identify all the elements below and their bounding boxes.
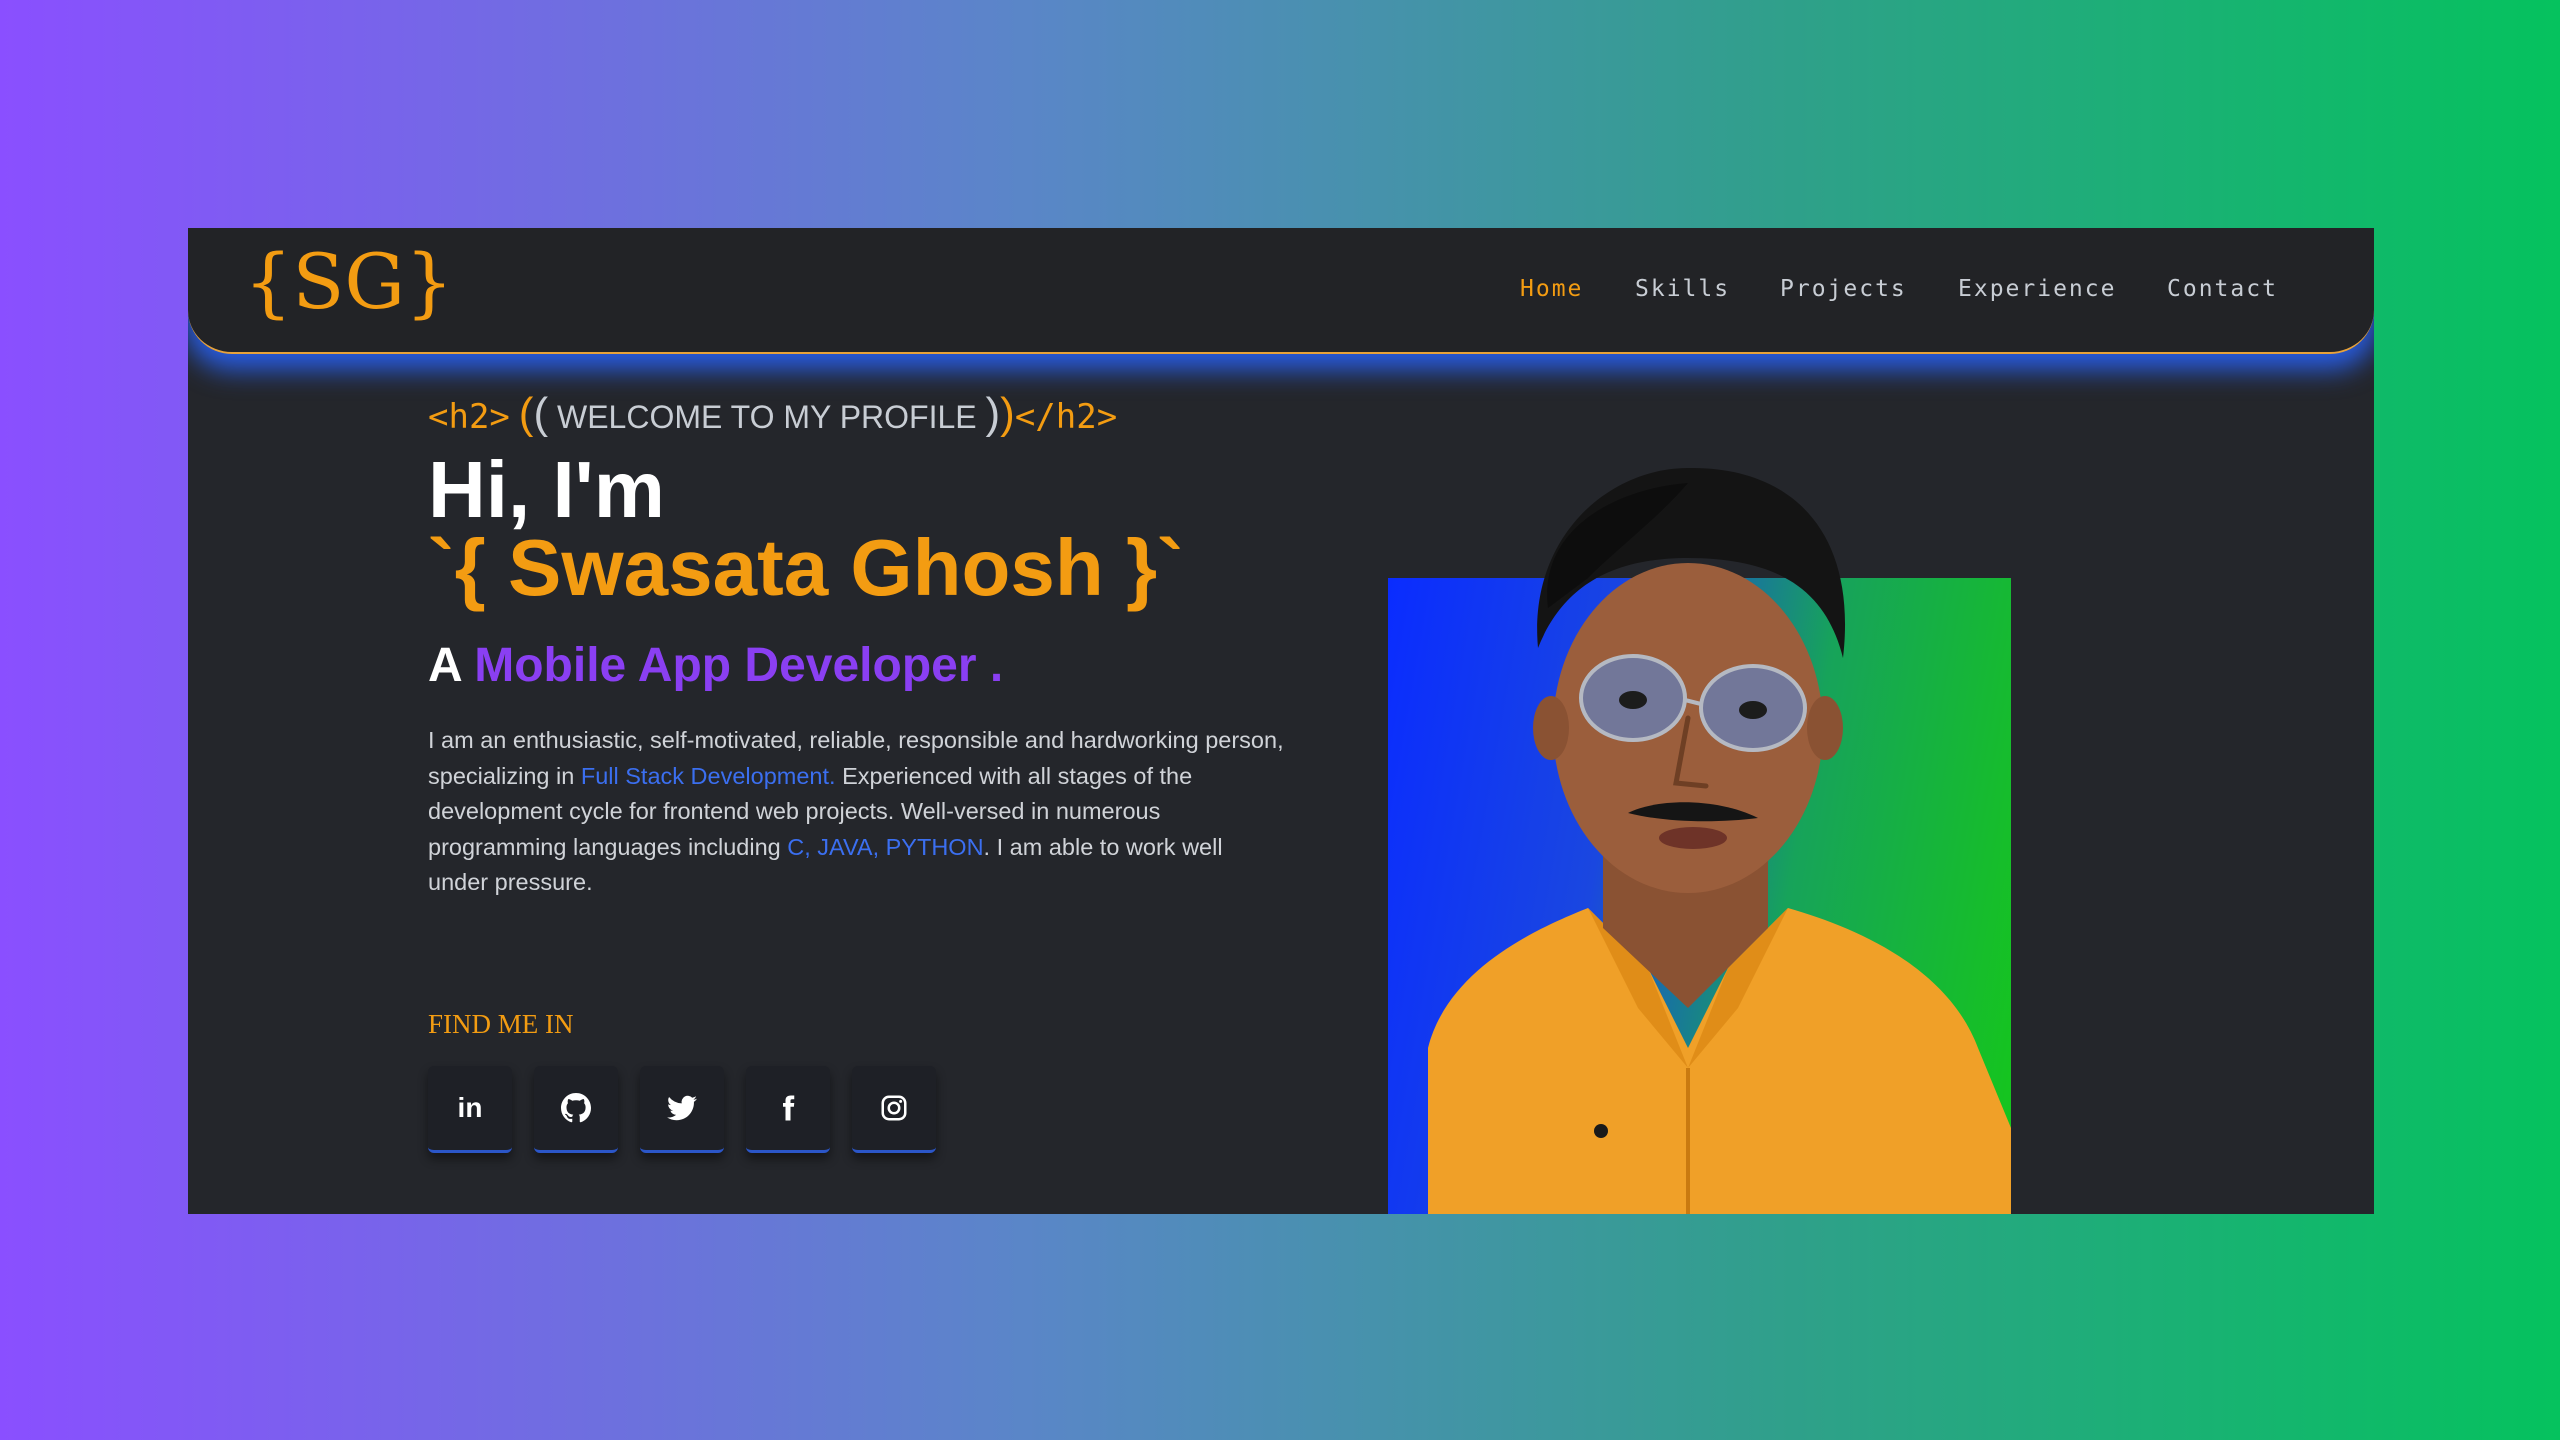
twitter-icon bbox=[667, 1095, 697, 1121]
close-tag: </h2> bbox=[1014, 397, 1118, 437]
greeting: Hi, I'm bbox=[428, 445, 665, 534]
linkedin-icon: in bbox=[457, 1092, 483, 1123]
facebook-icon bbox=[783, 1095, 795, 1121]
paren-close-inner: ) bbox=[985, 389, 1001, 438]
profile-photo bbox=[1428, 467, 2011, 1214]
find-me-heading: FIND ME IN bbox=[428, 1009, 574, 1039]
github-button[interactable] bbox=[534, 1066, 618, 1153]
instagram-icon bbox=[881, 1095, 907, 1121]
paren-open-inner: ( bbox=[533, 389, 549, 438]
paren-close: ) bbox=[1000, 389, 1015, 438]
bio-highlight-fullstack: Full Stack Development. bbox=[580, 762, 836, 789]
navbar: {SG} Home Skills Projects Experience Con… bbox=[188, 228, 2374, 354]
role-line: A Mobile App Developer . bbox=[428, 642, 1003, 690]
nav-home[interactable]: Home bbox=[1520, 276, 1583, 302]
role-text: Mobile App Developer . bbox=[474, 639, 1004, 692]
welcome-heading: <h2> (( WELCOME TO MY PROFILE ))</h2> bbox=[428, 385, 1117, 442]
nav-projects[interactable]: Projects bbox=[1780, 276, 1907, 302]
open-tag: <h2> bbox=[428, 397, 510, 437]
paren-open: ( bbox=[518, 389, 534, 438]
welcome-text: WELCOME TO MY PROFILE bbox=[556, 399, 977, 435]
twitter-button[interactable] bbox=[640, 1066, 724, 1153]
linkedin-button[interactable]: in bbox=[428, 1066, 512, 1153]
person-name: `{ Swasata Ghosh }` bbox=[428, 523, 1184, 612]
facebook-button[interactable] bbox=[746, 1066, 830, 1153]
nav-skills[interactable]: Skills bbox=[1635, 276, 1730, 302]
portfolio-page: {SG} Home Skills Projects Experience Con… bbox=[188, 228, 2374, 1214]
logo[interactable]: {SG} bbox=[244, 244, 453, 320]
bio-highlight-languages: C, JAVA, PYTHON bbox=[787, 833, 984, 860]
instagram-button[interactable] bbox=[852, 1066, 936, 1153]
nav-experience[interactable]: Experience bbox=[1958, 276, 2116, 302]
bio-paragraph: I am an enthusiastic, self-motivated, re… bbox=[428, 723, 1288, 901]
role-prefix: A bbox=[428, 639, 461, 692]
github-icon bbox=[561, 1093, 591, 1123]
nav-contact[interactable]: Contact bbox=[2167, 276, 2278, 302]
